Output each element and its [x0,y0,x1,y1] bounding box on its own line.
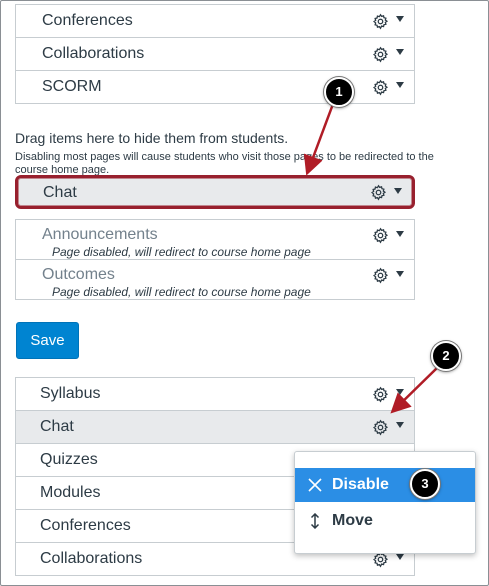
nav-item-label: SCORM [42,78,102,95]
gear-icon[interactable] [372,13,389,30]
gear-icon[interactable] [372,79,389,96]
nav-item-chat[interactable]: Chat [16,410,414,443]
hidden-section-title: Drag items here to hide them from studen… [15,130,289,146]
chevron-down-icon[interactable] [396,389,404,395]
gear-icon[interactable] [372,386,389,403]
disabled-item-outcomes[interactable]: Outcomes Page disabled, will redirect to… [16,259,414,299]
chevron-down-icon[interactable] [394,188,402,194]
nav-item-label: Conferences [40,517,131,534]
nav-item-label: Modules [40,484,101,501]
callout-1: 1 [324,77,354,107]
nav-item-label: Collaborations [40,550,143,567]
disabled-nav-list: Announcements Page disabled, will redire… [15,219,415,300]
chevron-down-icon[interactable] [396,554,404,560]
nav-item-options-menu: Disable Move [294,451,476,554]
gear-icon[interactable] [370,184,387,201]
callout-2: 2 [431,341,461,371]
nav-item-syllabus[interactable]: Syllabus [16,377,414,410]
enabled-nav-list: Conferences Collaborations SCORM [15,4,415,104]
disabled-note: Page disabled, will redirect to course h… [52,285,311,299]
callout-3: 3 [410,469,440,499]
chevron-down-icon[interactable] [396,231,404,237]
menu-item-disable[interactable]: Disable [295,468,475,502]
save-button[interactable]: Save [16,322,79,359]
disabled-note: Page disabled, will redirect to course h… [52,245,311,259]
nav-item-scorm[interactable]: SCORM [16,70,414,103]
gear-icon[interactable] [372,419,389,436]
close-icon [308,478,322,492]
hidden-section-subtitle: Disabling most pages will cause students… [15,151,434,176]
nav-item-label: Syllabus [40,385,101,402]
menu-item-label: Disable [332,476,389,493]
gear-icon[interactable] [372,267,389,284]
menu-item-move[interactable]: Move [295,504,475,538]
gear-icon[interactable] [372,227,389,244]
nav-item-label: Outcomes [42,266,115,283]
navigation-settings-frame: Conferences Collaborations SCORM Drag it… [0,0,489,586]
dragged-nav-item-chat[interactable]: Chat [15,175,415,209]
nav-item-label: Quizzes [40,451,98,468]
chevron-down-icon[interactable] [396,271,404,277]
nav-item-conferences[interactable]: Conferences [16,4,414,37]
chevron-down-icon[interactable] [396,422,404,428]
nav-item-collaborations[interactable]: Collaborations [16,37,414,70]
chevron-down-icon[interactable] [396,82,404,88]
menu-item-label: Move [332,512,373,529]
disabled-item-announcements[interactable]: Announcements Page disabled, will redire… [16,219,414,259]
nav-item-label: Collaborations [42,45,145,62]
chevron-down-icon[interactable] [396,49,404,55]
gear-icon[interactable] [372,46,389,63]
nav-item-label: Chat [43,184,77,201]
nav-item-label: Announcements [42,226,158,243]
chevron-down-icon[interactable] [396,16,404,22]
nav-item-label: Conferences [42,12,133,29]
move-arrows-icon [310,513,320,529]
nav-item-label: Chat [40,418,74,435]
